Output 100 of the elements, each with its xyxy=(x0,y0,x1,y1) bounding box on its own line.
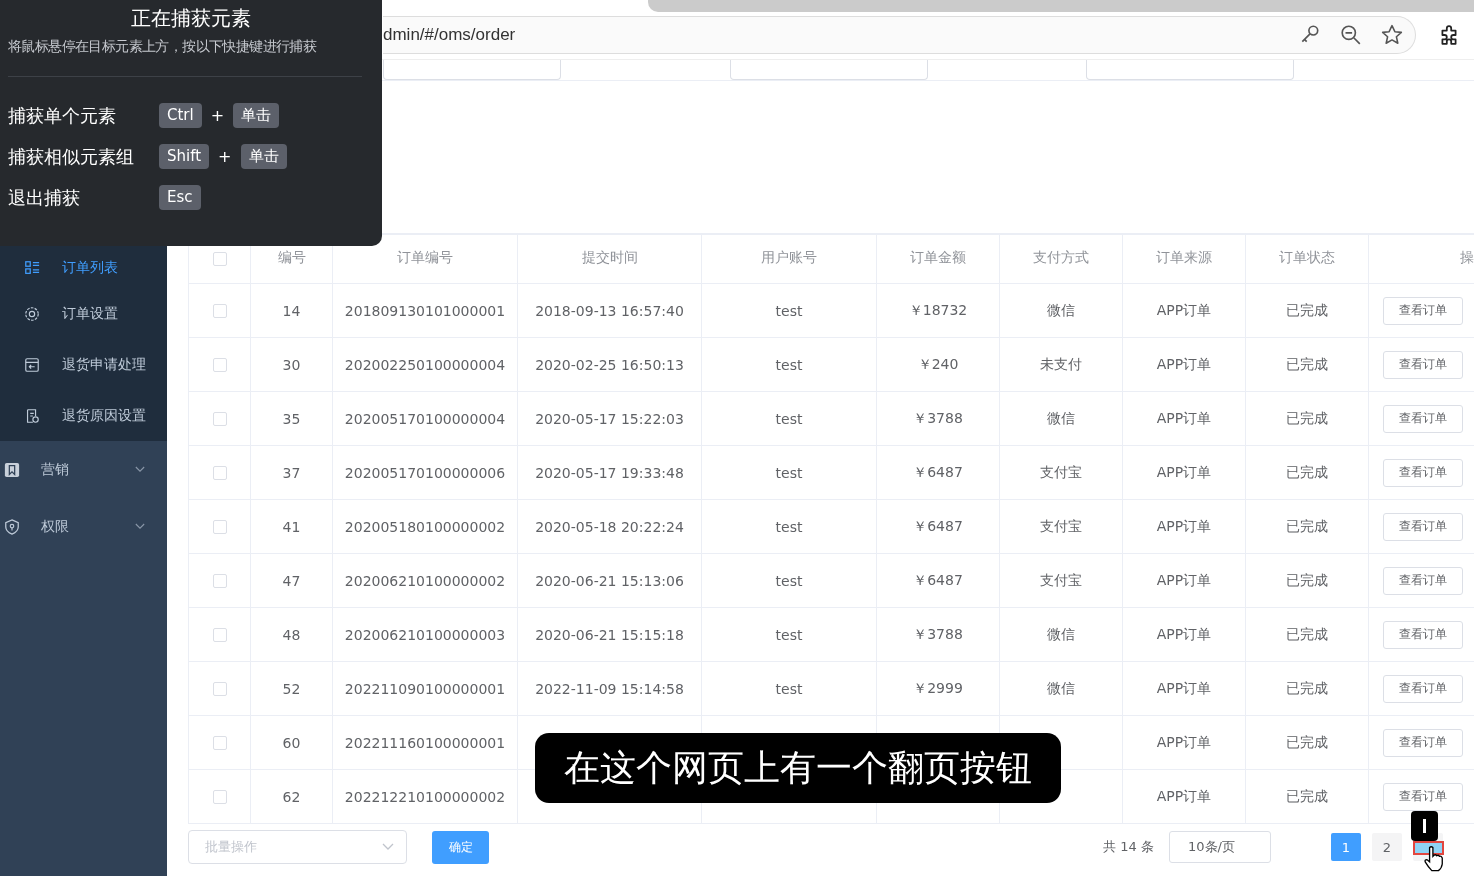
table-cell: test xyxy=(775,356,803,373)
column-header: 用户账号 xyxy=(761,249,817,267)
table-cell: APP订单 xyxy=(1156,463,1212,482)
checkbox[interactable] xyxy=(212,573,227,588)
checkbox[interactable] xyxy=(212,465,227,480)
checkbox[interactable] xyxy=(212,735,227,750)
checkbox[interactable] xyxy=(212,681,227,696)
table-cell: 52 xyxy=(282,680,301,697)
plus-sign: + xyxy=(210,106,225,125)
checkbox[interactable] xyxy=(212,357,227,372)
table-cell: 已完成 xyxy=(1286,787,1328,806)
shortcut-label: 捕获单个元素 xyxy=(8,103,117,128)
table-cell: 35 xyxy=(282,410,301,427)
column-header: 订单来源 xyxy=(1156,249,1212,267)
table-cell: 支付宝 xyxy=(1040,571,1082,590)
table-cell: 2020-06-21 15:13:06 xyxy=(535,572,684,589)
page-button[interactable]: 2 xyxy=(1372,833,1402,861)
view-order-button[interactable]: 查看订单 xyxy=(1383,620,1463,649)
sidebar-item[interactable]: 订单设置 xyxy=(0,288,167,339)
checkbox[interactable] xyxy=(212,789,227,804)
sidebar-item[interactable]: 退货申请处理 xyxy=(0,339,167,390)
table-cell: 202006210100000002 xyxy=(344,572,506,589)
table-cell: 30 xyxy=(282,356,301,373)
table-cell: test xyxy=(775,464,803,481)
column-header: 提交时间 xyxy=(581,249,638,267)
filter-select[interactable] xyxy=(1086,60,1294,80)
page-size-select[interactable]: 10条/页 xyxy=(1169,831,1271,863)
table-cell: 2020-05-18 20:22:24 xyxy=(535,518,684,535)
plus-sign: + xyxy=(218,147,232,166)
view-order-button[interactable]: 查看订单 xyxy=(1383,566,1463,595)
checkbox[interactable] xyxy=(212,303,227,318)
table-cell: 支付宝 xyxy=(1040,463,1082,482)
shortcut-label: 退出捕获 xyxy=(8,185,81,210)
chevron-down-icon xyxy=(135,466,145,473)
view-order-button[interactable]: 查看订单 xyxy=(1383,296,1463,325)
table-cell: 已完成 xyxy=(1286,679,1328,698)
sidebar-item[interactable]: 订单列表 xyxy=(0,247,167,288)
shield-icon xyxy=(4,518,20,535)
table-cell: 2020-05-17 19:33:48 xyxy=(535,464,684,481)
column-header: 订单编号 xyxy=(397,249,453,267)
table-cell: ￥6487 xyxy=(913,517,963,536)
view-order-button[interactable]: 查看订单 xyxy=(1383,350,1463,379)
table-cell: APP订单 xyxy=(1156,301,1212,320)
table-cell: 62 xyxy=(282,788,301,805)
view-order-button[interactable]: 查看订单 xyxy=(1383,728,1463,757)
table-cell: ￥6487 xyxy=(913,463,963,482)
filter-select[interactable] xyxy=(383,60,561,80)
sidebar-item[interactable]: 营销 xyxy=(0,441,167,498)
table-cell: 202211090100000001 xyxy=(344,680,506,697)
table-cell: 已完成 xyxy=(1286,463,1328,482)
table-cell: 2020-05-17 15:22:03 xyxy=(535,410,684,427)
table-cell: 202005170100000004 xyxy=(344,410,506,427)
key-cap: Ctrl xyxy=(159,103,202,128)
zoom-out-icon[interactable] xyxy=(1340,24,1362,46)
table-cell: 已完成 xyxy=(1286,301,1328,320)
table-cell: 未支付 xyxy=(1040,355,1082,374)
view-order-button[interactable]: 查看订单 xyxy=(1383,782,1463,811)
video-subtitle: 在这个网页上有一个翻页按钮 xyxy=(535,733,1061,803)
view-order-button[interactable]: 查看订单 xyxy=(1383,674,1463,703)
checkbox[interactable] xyxy=(212,252,227,266)
table-cell: APP订单 xyxy=(1156,409,1212,428)
table-cell: 微信 xyxy=(1047,625,1075,644)
checkbox[interactable] xyxy=(212,411,227,426)
star-icon[interactable] xyxy=(1381,24,1403,46)
sidebar-item[interactable]: 退货原因设置 xyxy=(0,390,167,441)
table-cell: 2018-09-13 16:57:40 xyxy=(535,302,684,319)
table-cell: 已完成 xyxy=(1286,733,1328,752)
table-cell: 2020-02-25 16:50:13 xyxy=(535,356,684,373)
column-header: 订单金额 xyxy=(910,249,966,267)
url-text: dmin/#/oms/order xyxy=(383,25,517,45)
view-order-button[interactable]: 查看订单 xyxy=(1383,404,1463,433)
table-cell: test xyxy=(775,518,803,535)
table-cell: APP订单 xyxy=(1156,517,1212,536)
address-bar[interactable]: dmin/#/oms/order xyxy=(383,16,1416,54)
gear-icon xyxy=(24,305,40,322)
placeholder-text: 批量操作 xyxy=(205,838,257,856)
checkbox[interactable] xyxy=(212,627,227,642)
table-cell: 202002250100000004 xyxy=(344,356,506,373)
table-cell: 2020-06-21 15:15:18 xyxy=(535,626,684,643)
return-box-icon xyxy=(24,356,40,373)
column-header: 订单状态 xyxy=(1279,249,1335,267)
view-order-button[interactable]: 查看订单 xyxy=(1383,458,1463,487)
column-header: 支付方式 xyxy=(1033,249,1089,267)
table-cell: test xyxy=(775,626,803,643)
table-cell: APP订单 xyxy=(1156,355,1212,374)
key-cap: Esc xyxy=(159,185,201,210)
table-cell: ￥2999 xyxy=(913,679,963,698)
table-cell: 14 xyxy=(282,302,301,319)
column-header: 编号 xyxy=(277,249,306,267)
table-cell: 支付宝 xyxy=(1040,517,1082,536)
table-cell: test xyxy=(775,680,803,697)
chevron-down-icon xyxy=(382,843,394,851)
filter-select[interactable] xyxy=(730,60,928,80)
table-cell: ￥3788 xyxy=(913,409,963,428)
table-cell: 202005170100000006 xyxy=(344,464,506,481)
checkbox[interactable] xyxy=(212,519,227,534)
view-order-button[interactable]: 查看订单 xyxy=(1383,512,1463,541)
table-cell: test xyxy=(775,302,803,319)
sidebar-item[interactable]: 权限 xyxy=(0,498,167,555)
total-count: 共 14 条 xyxy=(1103,838,1154,856)
